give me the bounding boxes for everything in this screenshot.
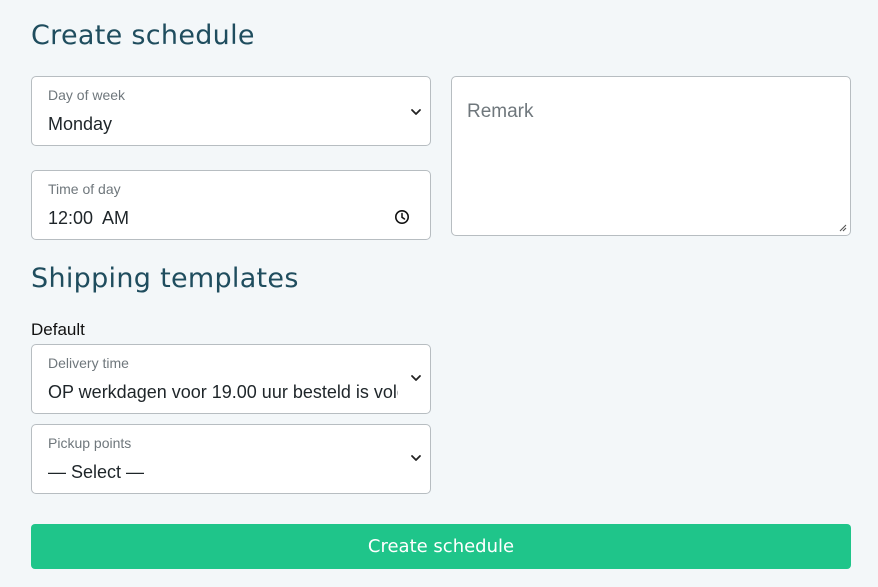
section-title: Shipping templates bbox=[31, 263, 299, 294]
delivery-time-select[interactable]: Delivery time OP werkdagen voor 19.00 uu… bbox=[31, 344, 431, 414]
time-of-day-value: 12:00 AM bbox=[48, 208, 130, 228]
time-of-day-input[interactable]: Time of day 12:00 AM bbox=[31, 170, 431, 240]
clock-icon[interactable] bbox=[394, 209, 410, 225]
chevron-down-icon bbox=[411, 109, 421, 115]
pickup-points-select[interactable]: Pickup points — Select — bbox=[31, 424, 431, 494]
day-of-week-label: Day of week bbox=[48, 87, 126, 103]
chevron-down-icon bbox=[411, 455, 421, 461]
delivery-time-label: Delivery time bbox=[48, 355, 129, 371]
create-schedule-page: Create schedule Day of week Monday Time … bbox=[0, 0, 878, 587]
day-of-week-value: Monday bbox=[48, 114, 113, 134]
delivery-time-value: OP werkdagen voor 19.00 uur besteld is v… bbox=[48, 382, 398, 402]
time-of-day-label: Time of day bbox=[48, 181, 121, 197]
chevron-down-icon bbox=[411, 375, 421, 381]
resize-handle-icon[interactable] bbox=[838, 223, 847, 232]
create-schedule-button[interactable]: Create schedule bbox=[31, 524, 851, 569]
remark-textarea[interactable]: Remark bbox=[451, 76, 851, 236]
pickup-points-label: Pickup points bbox=[48, 435, 132, 451]
default-group-label: Default bbox=[31, 320, 85, 339]
pickup-points-value: — Select — bbox=[48, 462, 145, 482]
page-title: Create schedule bbox=[31, 20, 255, 51]
day-of-week-select[interactable]: Day of week Monday bbox=[31, 76, 431, 146]
remark-placeholder: Remark bbox=[467, 101, 534, 122]
